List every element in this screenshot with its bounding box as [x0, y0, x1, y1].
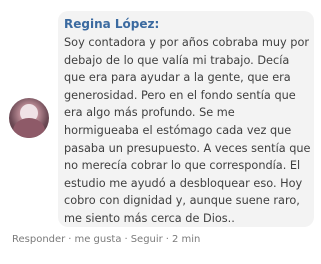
follow-link[interactable]: Seguir [131, 234, 163, 245]
comment-text: Soy contadora y por años cobraba muy por… [64, 36, 311, 225]
separator: · [68, 234, 72, 245]
comment-timestamp: 2 min [171, 234, 201, 245]
like-link[interactable]: me gusta [74, 234, 121, 245]
comment-author[interactable]: Regina López: [64, 16, 159, 32]
separator: · [124, 234, 128, 245]
comment-actions: Responder · me gusta · Seguir · 2 min [12, 233, 200, 247]
avatar-body [13, 118, 45, 138]
comment: Regina López: Soy contadora y por años c… [0, 0, 321, 264]
separator: · [165, 234, 169, 245]
avatar[interactable] [9, 98, 49, 138]
reply-link[interactable]: Responder [12, 234, 65, 245]
